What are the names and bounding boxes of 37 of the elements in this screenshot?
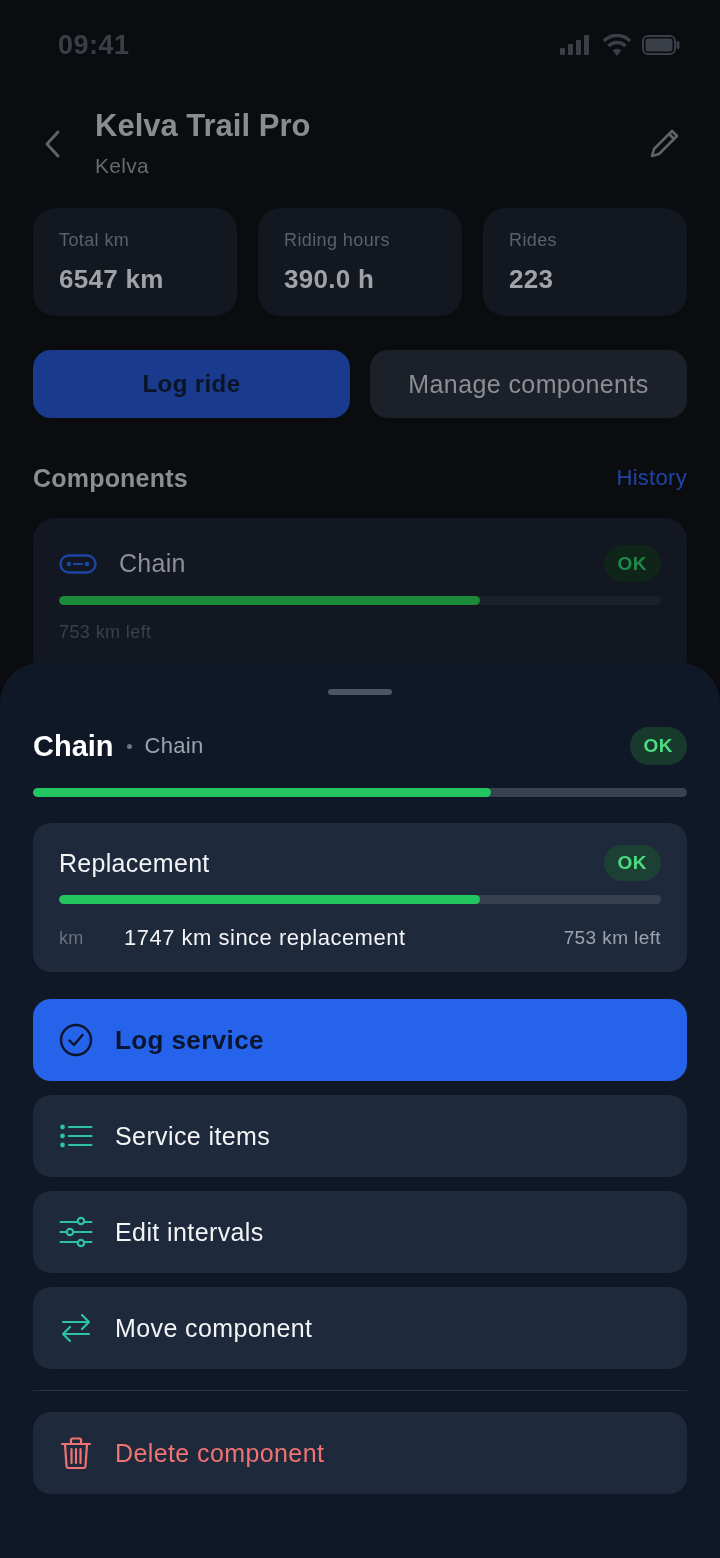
- swap-arrows-icon: [59, 1311, 93, 1345]
- wifi-icon: [602, 34, 632, 56]
- status-badge: OK: [603, 545, 661, 582]
- stat-label: Total km: [59, 229, 130, 251]
- drag-handle[interactable]: [328, 689, 392, 695]
- check-circle-icon: [59, 1023, 93, 1057]
- stat-value: 223: [509, 264, 554, 294]
- bike-title: Kelva Trail Pro: [95, 108, 311, 144]
- stat-value: 390.0 h: [284, 264, 375, 294]
- action-button[interactable]: Service items: [33, 1095, 687, 1177]
- status-badge: OK: [603, 845, 661, 881]
- action-button[interactable]: Delete component: [33, 1412, 687, 1494]
- trash-icon: [59, 1436, 93, 1470]
- pencil-icon: [648, 127, 680, 160]
- component-category: Chain: [144, 733, 204, 759]
- sliders-icon: [59, 1215, 93, 1249]
- action-button[interactable]: Log service: [33, 999, 687, 1081]
- stat-value: 6547 km: [59, 264, 164, 294]
- bike-brand: Kelva: [95, 153, 150, 179]
- battery-icon: [642, 35, 680, 55]
- edit-button[interactable]: [648, 127, 680, 160]
- chain-link-icon: [59, 553, 97, 574]
- stat-label: Riding hours: [284, 229, 390, 251]
- signal-icon: [560, 35, 592, 55]
- stat-label: Rides: [509, 229, 558, 251]
- distance-since: 1747 km since replacement: [124, 925, 406, 951]
- remaining-text: 753 km left: [563, 927, 661, 949]
- manage-components-button[interactable]: Manage components: [370, 350, 687, 418]
- section-title: Components: [33, 463, 188, 493]
- action-button[interactable]: Move component: [33, 1287, 687, 1369]
- action-button[interactable]: Edit intervals: [33, 1191, 687, 1273]
- status-badge: OK: [629, 727, 687, 765]
- interval-name: Replacement: [59, 848, 210, 878]
- separator-dot-icon: [126, 743, 132, 749]
- unit-label: km: [59, 927, 85, 949]
- component-name: Chain: [119, 549, 186, 578]
- sheet-title: Chain: [33, 729, 114, 763]
